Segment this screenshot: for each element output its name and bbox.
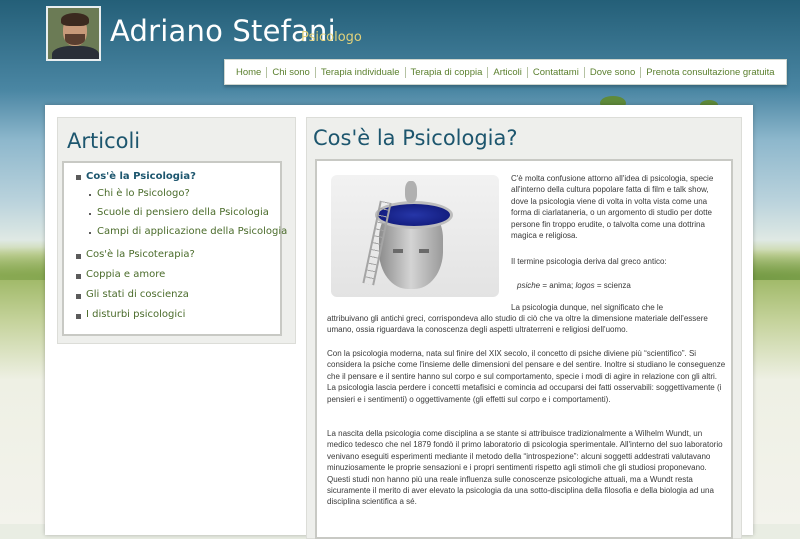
bullet-icon xyxy=(76,175,81,180)
sidebar-item-stati-di-coscienza[interactable]: Gli stati di coscienza xyxy=(86,289,189,300)
sidebar-item-disturbi-psicologici[interactable]: I disturbi psicologici xyxy=(86,309,185,320)
sidebar-item-cos-e-la-psicologia[interactable]: Cos'è la Psicologia? xyxy=(86,171,196,182)
sidebar-item-cos-e-la-psicoterapia[interactable]: Cos'è la Psicoterapia? xyxy=(86,249,195,260)
article-paragraph: C'è molta confusione attorno all'idea di… xyxy=(511,174,714,241)
nav-contattami[interactable]: Contattami xyxy=(526,66,584,78)
article-paragraph: Il termine psicologia deriva dal greco a… xyxy=(511,257,667,266)
sidebar-item-campi-di-applicazione[interactable]: Campi di applicazione della Psicologia xyxy=(97,226,287,237)
bullet-icon xyxy=(76,254,81,259)
nav-prenota[interactable]: Prenota consultazione gratuita xyxy=(640,66,779,78)
head-illustration-image xyxy=(331,175,499,297)
sidebar-item-coppia-e-amore[interactable]: Coppia e amore xyxy=(86,269,165,280)
article-title: Cos'è la Psicologia? xyxy=(313,126,518,150)
greek-def-logos: = scienza xyxy=(594,281,631,290)
greek-term-psiche: psiche xyxy=(517,281,541,290)
nav-chi-sono[interactable]: Chi sono xyxy=(266,66,315,78)
greek-def-psiche: = anima; xyxy=(540,281,576,290)
sidebar: Articoli Cos'è la Psicologia? Chi è lo P… xyxy=(57,117,296,344)
article-paragraph: La nascita della psicologia come discipl… xyxy=(327,429,723,507)
sidebar-title: Articoli xyxy=(67,129,141,153)
site-header: Adriano Stefani Psicologo xyxy=(0,0,800,64)
nav-terapia-di-coppia[interactable]: Terapia di coppia xyxy=(404,66,488,78)
sidebar-item-scuole-di-pensiero[interactable]: Scuole di pensiero della Psicologia xyxy=(97,207,269,218)
sidebar-list: Cos'è la Psicologia? Chi è lo Psicologo?… xyxy=(62,161,287,336)
sub-bullet-icon xyxy=(88,193,92,197)
sidebar-item-chi-e-lo-psicologo[interactable]: Chi è lo Psicologo? xyxy=(97,188,190,199)
article-body: C'è molta confusione attorno all'idea di… xyxy=(315,159,733,539)
greek-term-logos: logos xyxy=(575,281,595,290)
nav-home[interactable]: Home xyxy=(231,67,266,78)
nav-dove-sono[interactable]: Dove sono xyxy=(583,66,640,78)
avatar xyxy=(46,6,101,61)
greek-definition: psiche = anima; logos = scienza xyxy=(517,280,731,291)
article-paragraph: La psicologia dunque, nel significato ch… xyxy=(511,303,664,312)
bullet-icon xyxy=(76,314,81,319)
bullet-icon xyxy=(76,294,81,299)
nav-terapia-individuale[interactable]: Terapia individuale xyxy=(314,66,405,78)
main-container: Articoli Cos'è la Psicologia? Chi è lo P… xyxy=(45,105,753,539)
sub-bullet-icon xyxy=(88,231,92,235)
article-paragraph: attribuivano gli antichi greci, corrispo… xyxy=(327,314,708,335)
sub-bullet-icon xyxy=(88,212,92,216)
main-nav: Home Chi sono Terapia individuale Terapi… xyxy=(224,59,787,85)
nav-articoli[interactable]: Articoli xyxy=(487,66,527,78)
article-panel: Cos'è la Psicologia? C'è molta confusion… xyxy=(306,117,742,539)
article-paragraph: Con la psicologia moderna, nata sul fini… xyxy=(327,349,726,404)
bullet-icon xyxy=(76,274,81,279)
site-subtitle: Psicologo xyxy=(301,30,362,45)
